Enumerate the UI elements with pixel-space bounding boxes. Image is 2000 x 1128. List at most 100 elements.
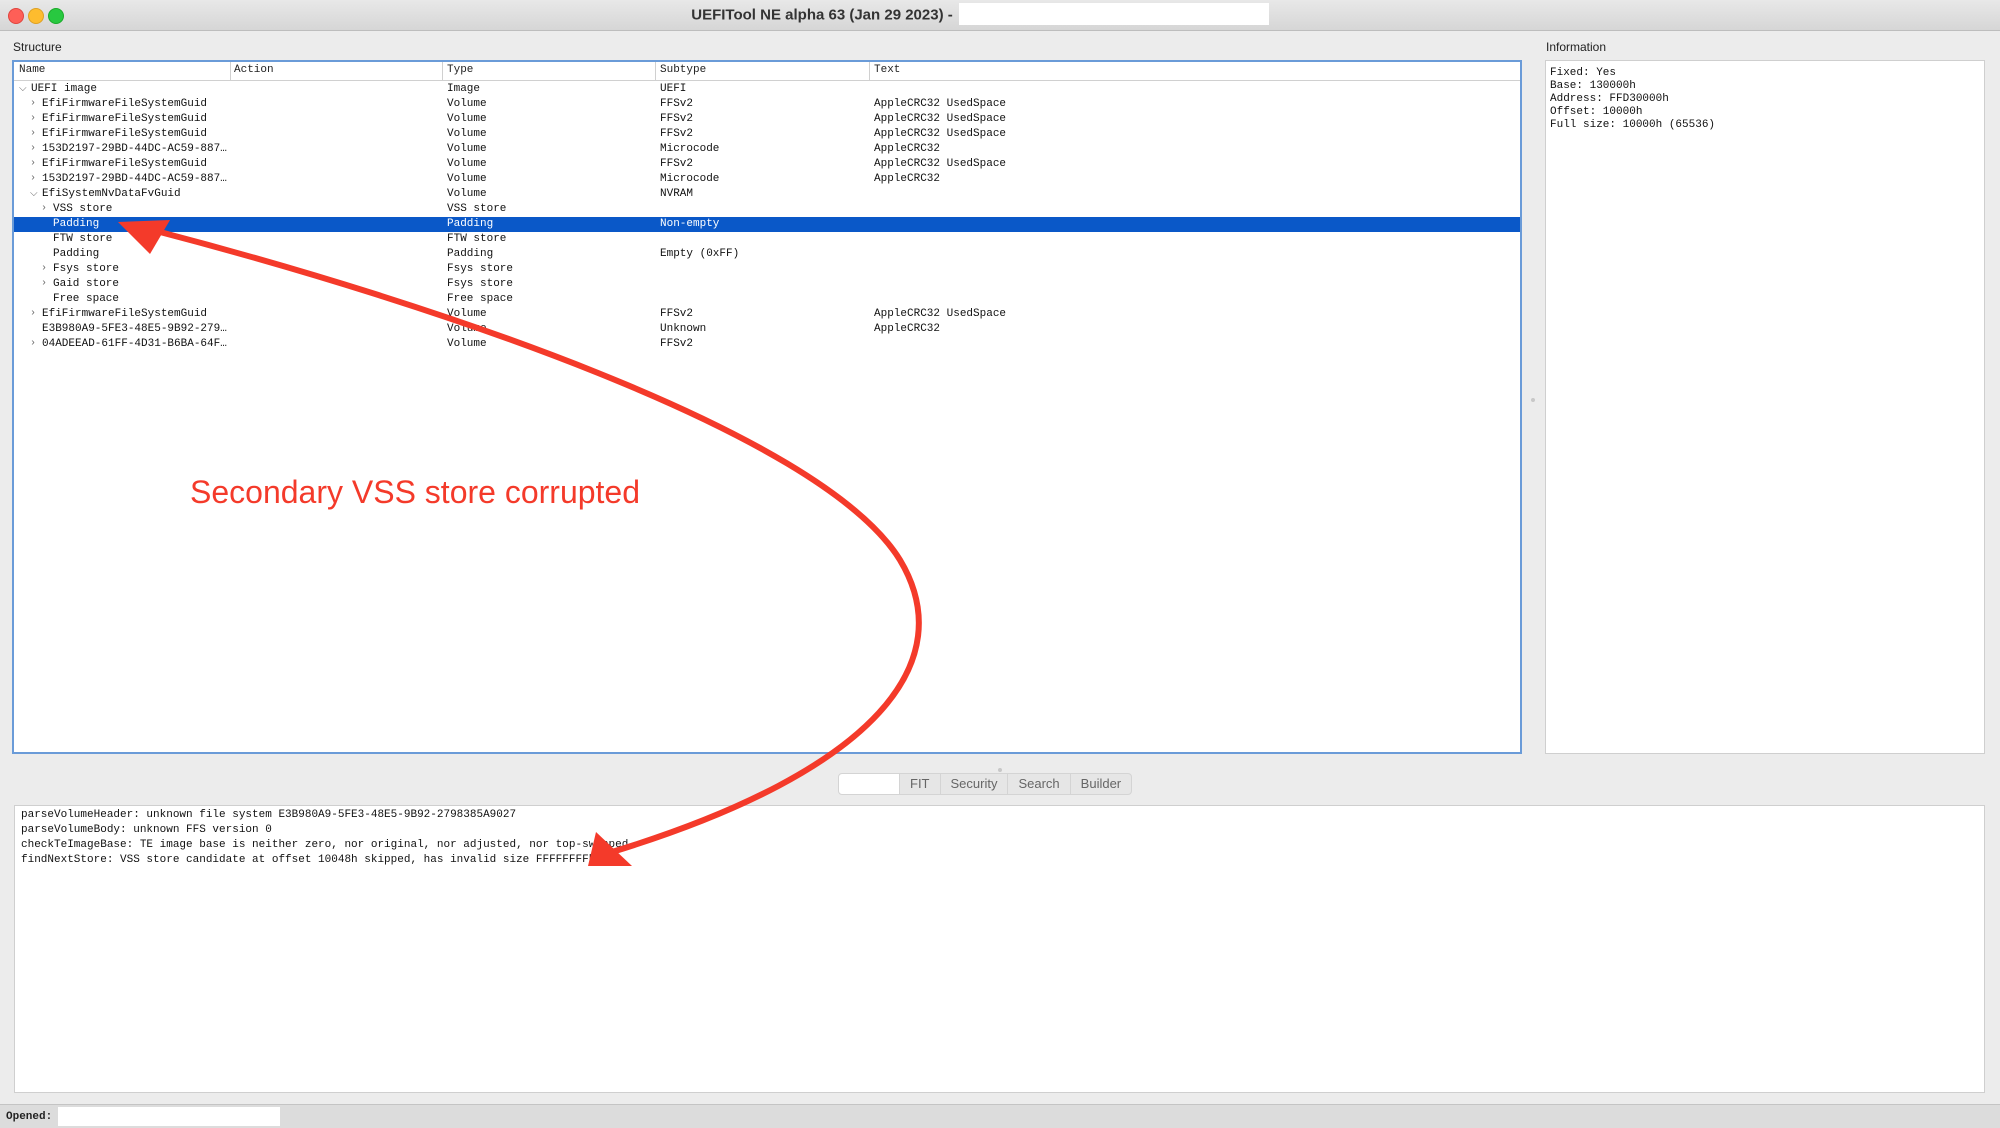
information-panel: Fixed: Yes Base: 130000h Address: FFD30000… — [1545, 60, 1985, 754]
opened-label: Opened: — [6, 1111, 53, 1123]
tree-cell-subtype: Non-empty — [660, 218, 720, 230]
tree-cell-type: Volume — [447, 98, 487, 110]
chevron-right-icon[interactable]: › — [30, 143, 36, 154]
tree-row[interactable]: › Gaid store Fsys store — [14, 277, 1520, 292]
tab-fit[interactable]: FIT — [900, 773, 941, 795]
tree-cell-text: AppleCRC32 — [874, 143, 941, 155]
tree-row[interactable]: › EfiFirmwareFileSystemGuid Volume FFSv2 App… — [14, 97, 1520, 112]
chevron-right-icon[interactable]: › — [30, 98, 36, 109]
tree-cell-name: EfiFirmwareFileSystemGuid — [42, 308, 208, 320]
tree-row[interactable]: › EfiFirmwareFileSystemGuid Volume FFSv2 App… — [14, 157, 1520, 172]
horizontal-splitter-handle[interactable] — [998, 768, 1002, 772]
tree-cell-name: 153D2197-29BD-44DC-AC59-887… — [42, 173, 227, 185]
tree-cell-text: AppleCRC32 — [874, 323, 941, 335]
chevron-right-icon[interactable]: › — [30, 158, 36, 169]
tree-cell-name: 153D2197-29BD-44DC-AC59-887… — [42, 143, 227, 155]
structure-tree[interactable]: Name Action Type Subtype Text ⌵ UEFI imag… — [12, 60, 1522, 754]
column-header-text[interactable]: Text — [874, 64, 900, 76]
tab-search[interactable]: Search — [1008, 773, 1071, 795]
tree-row[interactable]: Free space Free space — [14, 292, 1520, 307]
chevron-right-icon[interactable]: › — [41, 278, 47, 289]
message-log[interactable]: parseVolumeHeader: unknown file system E… — [14, 805, 1985, 1093]
tree-row[interactable]: › EfiFirmwareFileSystemGuid Volume FFSv2 App… — [14, 112, 1520, 127]
tree-row[interactable]: ⌵ EfiSystemNvDataFvGuid Volume NVRAM — [14, 187, 1520, 202]
log-message[interactable]: checkTeImageBase: TE image base is neith… — [21, 838, 1978, 853]
tree-cell-subtype: FFSv2 — [660, 113, 694, 125]
tree-cell-text: AppleCRC32 UsedSpace — [874, 308, 1007, 320]
chevron-down-icon[interactable]: ⌵ — [30, 188, 38, 200]
chevron-right-icon[interactable]: › — [41, 203, 47, 214]
tree-row[interactable]: FTW store FTW store — [14, 232, 1520, 247]
tree-cell-name: Fsys store — [53, 263, 120, 275]
tree-row[interactable]: Padding Padding Empty (0xFF) — [14, 247, 1520, 262]
tree-cell-text: AppleCRC32 — [874, 173, 941, 185]
log-message[interactable]: findNextStore: VSS store candidate at of… — [21, 853, 1978, 868]
tree-cell-name: E3B980A9-5FE3-48E5-9B92-279… — [42, 323, 227, 335]
tree-cell-type: Volume — [447, 128, 487, 140]
tree-cell-name: EfiFirmwareFileSystemGuid — [42, 128, 208, 140]
tree-row[interactable]: › VSS store VSS store — [14, 202, 1520, 217]
tree-cell-type: VSS store — [447, 203, 507, 215]
tree-cell-text: AppleCRC32 UsedSpace — [874, 98, 1007, 110]
chevron-right-icon[interactable]: › — [30, 113, 36, 124]
tree-cell-subtype: FFSv2 — [660, 308, 694, 320]
tab-security[interactable]: Security — [940, 773, 1009, 795]
tree-cell-type: Volume — [447, 143, 487, 155]
tree-row[interactable]: ⌵ UEFI image Image UEFI — [14, 82, 1520, 97]
tree-cell-type: Padding — [447, 218, 494, 230]
log-message[interactable]: parseVolumeHeader: unknown file system E… — [21, 808, 1978, 823]
chevron-right-icon[interactable]: › — [30, 173, 36, 184]
tree-cell-subtype: FFSv2 — [660, 98, 694, 110]
column-header-action[interactable]: Action — [234, 64, 274, 76]
column-header-subtype[interactable]: Subtype — [660, 64, 706, 76]
tree-row[interactable]: › EfiFirmwareFileSystemGuid Volume FFSv2 App… — [14, 307, 1520, 322]
chevron-down-icon[interactable]: ⌵ — [19, 83, 27, 95]
tree-row[interactable]: E3B980A9-5FE3-48E5-9B92-279… Volume Unknow… — [14, 322, 1520, 337]
title-bar: UEFITool NE alpha 63 (Jan 29 2023) - — [0, 0, 2000, 31]
tree-header: Name Action Type Subtype Text — [14, 62, 1520, 81]
vertical-splitter-handle[interactable] — [1531, 398, 1535, 402]
tree-cell-subtype: Microcode — [660, 143, 720, 155]
tree-cell-subtype: Empty (0xFF) — [660, 248, 740, 260]
tab-builder[interactable]: Builder — [1070, 773, 1133, 795]
tree-row[interactable]: › 04ADEEAD-61FF-4D31-B6BA-64F… Volume FFSv2 — [14, 337, 1520, 352]
tree-cell-name: Gaid store — [53, 278, 120, 290]
chevron-right-icon[interactable]: › — [30, 128, 36, 139]
tree-cell-name: FTW store — [53, 233, 113, 245]
tree-cell-subtype: FFSv2 — [660, 128, 694, 140]
tree-row[interactable]: › Fsys store Fsys store — [14, 262, 1520, 277]
chevron-right-icon[interactable]: › — [30, 338, 36, 349]
tree-cell-name: VSS store — [53, 203, 113, 215]
tree-cell-name: 04ADEEAD-61FF-4D31-B6BA-64F… — [42, 338, 227, 350]
tree-cell-subtype: UEFI — [660, 83, 687, 95]
log-message[interactable]: parseVolumeBody: unknown FFS version 0 — [21, 823, 1978, 838]
tree-cell-subtype: Unknown — [660, 323, 707, 335]
tree-cell-name: Padding — [53, 248, 100, 260]
tree-row[interactable]: › EfiFirmwareFileSystemGuid Volume FFSv2 App… — [14, 127, 1520, 142]
tree-row[interactable]: › 153D2197-29BD-44DC-AC59-887… Volume Micro… — [14, 172, 1520, 187]
tree-row[interactable]: › 153D2197-29BD-44DC-AC59-887… Volume Micro… — [14, 142, 1520, 157]
tree-cell-subtype: FFSv2 — [660, 338, 694, 350]
tree-cell-text: AppleCRC32 UsedSpace — [874, 158, 1007, 170]
column-header-name[interactable]: Name — [19, 64, 45, 76]
tree-cell-type: Volume — [447, 158, 487, 170]
tree-cell-type: Volume — [447, 308, 487, 320]
info-line: Base: 130000h — [1550, 80, 1636, 92]
tree-cell-text: AppleCRC32 UsedSpace — [874, 113, 1007, 125]
tab-parser[interactable] — [838, 773, 900, 795]
bottom-tabs: FIT Security Search Builder — [838, 773, 1133, 795]
tree-cell-type: Free space — [447, 293, 514, 305]
tree-cell-type: Volume — [447, 113, 487, 125]
tree-cell-type: Padding — [447, 248, 494, 260]
column-header-type[interactable]: Type — [447, 64, 473, 76]
tree-row[interactable]: Padding Padding Non-empty — [14, 217, 1520, 232]
tree-cell-name: EfiFirmwareFileSystemGuid — [42, 98, 208, 110]
chevron-right-icon[interactable]: › — [41, 263, 47, 274]
annotation-label: Secondary VSS store corrupted — [190, 474, 641, 510]
info-line: Offset: 10000h — [1550, 106, 1643, 118]
information-label: Information — [1546, 40, 1607, 54]
window-title-text: UEFITool NE alpha 63 (Jan 29 2023) - — [691, 6, 953, 24]
tree-cell-type: Image — [447, 83, 481, 95]
tree-cell-type: Volume — [447, 173, 487, 185]
chevron-right-icon[interactable]: › — [30, 308, 36, 319]
